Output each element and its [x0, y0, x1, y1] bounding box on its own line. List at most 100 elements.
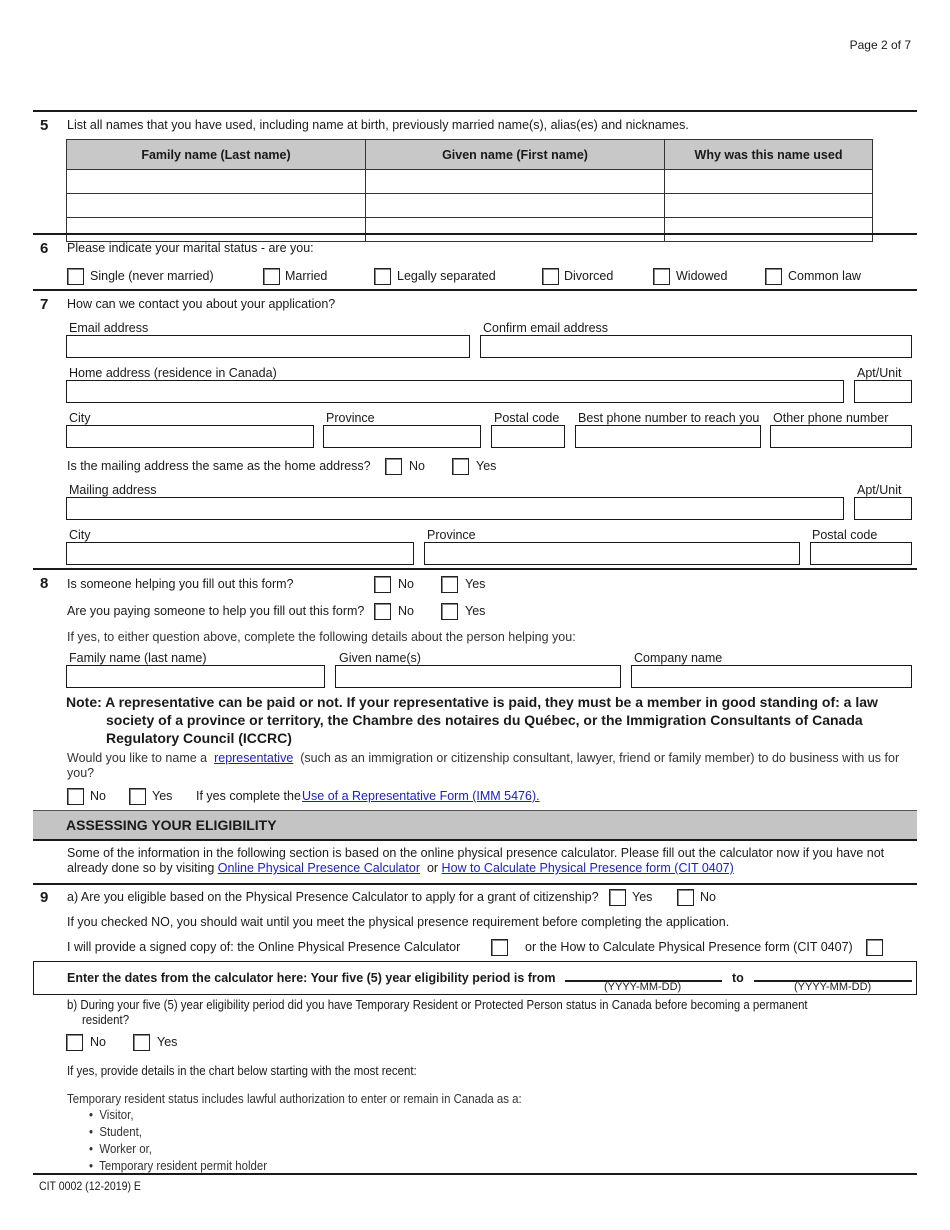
checkbox-divorced[interactable]: [542, 268, 559, 285]
reason-cell[interactable]: [664, 169, 873, 194]
column-header-given-name: Given name (First name): [365, 139, 665, 170]
rep-question: Would you like to name a representative …: [67, 751, 899, 765]
home-address-field[interactable]: [66, 380, 844, 403]
province-field[interactable]: [323, 425, 481, 448]
helper-given-name-field[interactable]: [335, 665, 621, 688]
reason-cell[interactable]: [664, 193, 873, 218]
family-name-cell[interactable]: [66, 217, 366, 242]
helping-question: Is someone helping you fill out this for…: [67, 577, 294, 591]
confirm-email-field[interactable]: [480, 335, 912, 358]
checkbox-widowed[interactable]: [653, 268, 670, 285]
q9a-question: a) Are you eligible based on the Physica…: [67, 890, 599, 904]
rep-no-checkbox[interactable]: [67, 788, 84, 805]
option-widowed-label: Widowed: [676, 269, 728, 283]
home-address-label: Home address (residence in Canada): [69, 366, 277, 380]
mailing-address-label: Mailing address: [69, 483, 157, 497]
helper-family-name-label: Family name (last name): [69, 651, 207, 665]
email-label: Email address: [69, 321, 149, 335]
cit0407-copy-checkbox[interactable]: [866, 939, 883, 956]
helping-no-checkbox[interactable]: [374, 576, 391, 593]
list-item: • Temporary resident permit holder: [89, 1158, 268, 1173]
given-name-cell[interactable]: [365, 169, 665, 194]
option-single-label: Single (never married): [90, 269, 214, 283]
helper-details-instruction: If yes, to either question above, comple…: [67, 630, 576, 644]
column-header-reason: Why was this name used: [664, 139, 873, 170]
names-table-header: Family name (Last name) Given name (Firs…: [66, 139, 873, 170]
helper-family-name-field[interactable]: [66, 665, 325, 688]
confirm-email-label: Confirm email address: [483, 321, 609, 335]
email-field[interactable]: [66, 335, 470, 358]
intro-text: already done so by visiting: [67, 861, 215, 875]
question-number-6: 6: [40, 240, 49, 257]
option-common-law-label: Common law: [788, 269, 861, 283]
representative-link[interactable]: representative: [214, 751, 293, 765]
mailing-same-no-checkbox[interactable]: [385, 458, 402, 475]
q9a-yes-checkbox[interactable]: [609, 889, 626, 906]
rep-no-label: No: [90, 789, 106, 803]
province-label: Province: [326, 411, 375, 425]
cit0407-link[interactable]: How to Calculate Physical Presence form …: [442, 861, 734, 875]
mailing-postal-field[interactable]: [810, 542, 912, 565]
paying-yes-checkbox[interactable]: [441, 603, 458, 620]
list-item-text: Student,: [99, 1124, 142, 1139]
mailing-address-field[interactable]: [66, 497, 844, 520]
checkbox-common-law[interactable]: [765, 268, 782, 285]
mailing-same-yes-checkbox[interactable]: [452, 458, 469, 475]
question-number-7: 7: [40, 296, 49, 313]
q9b-yes-label: Yes: [157, 1035, 178, 1049]
rep-yes-checkbox[interactable]: [129, 788, 146, 805]
calculator-copy-checkbox[interactable]: [491, 939, 508, 956]
family-name-cell[interactable]: [66, 169, 366, 194]
list-item-text: Visitor,: [99, 1107, 134, 1122]
helping-yes-label: Yes: [465, 577, 486, 591]
signed-copy-text: I will provide a signed copy of: the Onl…: [67, 940, 461, 954]
rep-question-text: Would you like to name a: [67, 751, 208, 765]
q9a-no-checkbox[interactable]: [677, 889, 694, 906]
q9a-no-label: No: [700, 890, 716, 904]
divider: [33, 883, 917, 885]
family-name-cell[interactable]: [66, 193, 366, 218]
divider: [33, 110, 917, 112]
reason-cell[interactable]: [664, 217, 873, 242]
rep-form-link[interactable]: Use of a Representative Form (IMM 5476).: [302, 789, 540, 803]
table-row: [66, 193, 873, 218]
checkbox-legally-separated[interactable]: [374, 268, 391, 285]
form-code: CIT 0002 (12-2019) E: [39, 1179, 141, 1193]
checkbox-married[interactable]: [263, 268, 280, 285]
city-label: City: [69, 411, 91, 425]
postal-code-field[interactable]: [491, 425, 565, 448]
helping-yes-checkbox[interactable]: [441, 576, 458, 593]
q9b-no-checkbox[interactable]: [66, 1034, 83, 1051]
given-name-cell[interactable]: [365, 217, 665, 242]
q9b-no-label: No: [90, 1035, 106, 1049]
helper-company-field[interactable]: [631, 665, 912, 688]
question-number-5: 5: [40, 117, 49, 134]
mailing-province-label: Province: [427, 528, 476, 542]
helper-given-name-label: Given name(s): [339, 651, 421, 665]
best-phone-field[interactable]: [575, 425, 761, 448]
q9b-question-end: resident?: [82, 1012, 130, 1027]
eligibility-intro: Some of the information in the following…: [67, 846, 885, 860]
paying-yes-label: Yes: [465, 604, 486, 618]
note-line: Regulatory Council (ICCRC): [106, 730, 292, 746]
home-apt-label: Apt/Unit: [857, 366, 902, 380]
checkbox-single[interactable]: [67, 268, 84, 285]
mailing-city-field[interactable]: [66, 542, 414, 565]
other-phone-field[interactable]: [770, 425, 912, 448]
mailing-postal-label: Postal code: [812, 528, 878, 542]
mailing-apt-field[interactable]: [854, 497, 912, 520]
to-date-hint: (YYYY-MM-DD): [794, 981, 872, 993]
city-field[interactable]: [66, 425, 314, 448]
from-date-hint: (YYYY-MM-DD): [604, 981, 682, 993]
q9b-question: b) During your five (5) year eligibility…: [67, 997, 808, 1012]
mailing-same-question: Is the mailing address the same as the h…: [67, 459, 371, 473]
calculator-link[interactable]: Online Physical Presence Calculator: [218, 861, 420, 875]
paying-no-checkbox[interactable]: [374, 603, 391, 620]
paying-no-label: No: [398, 604, 414, 618]
given-name-cell[interactable]: [365, 193, 665, 218]
to-text: to: [732, 971, 744, 985]
mailing-province-field[interactable]: [424, 542, 800, 565]
divider: [33, 233, 917, 235]
q9b-yes-checkbox[interactable]: [133, 1034, 150, 1051]
home-apt-field[interactable]: [854, 380, 912, 403]
